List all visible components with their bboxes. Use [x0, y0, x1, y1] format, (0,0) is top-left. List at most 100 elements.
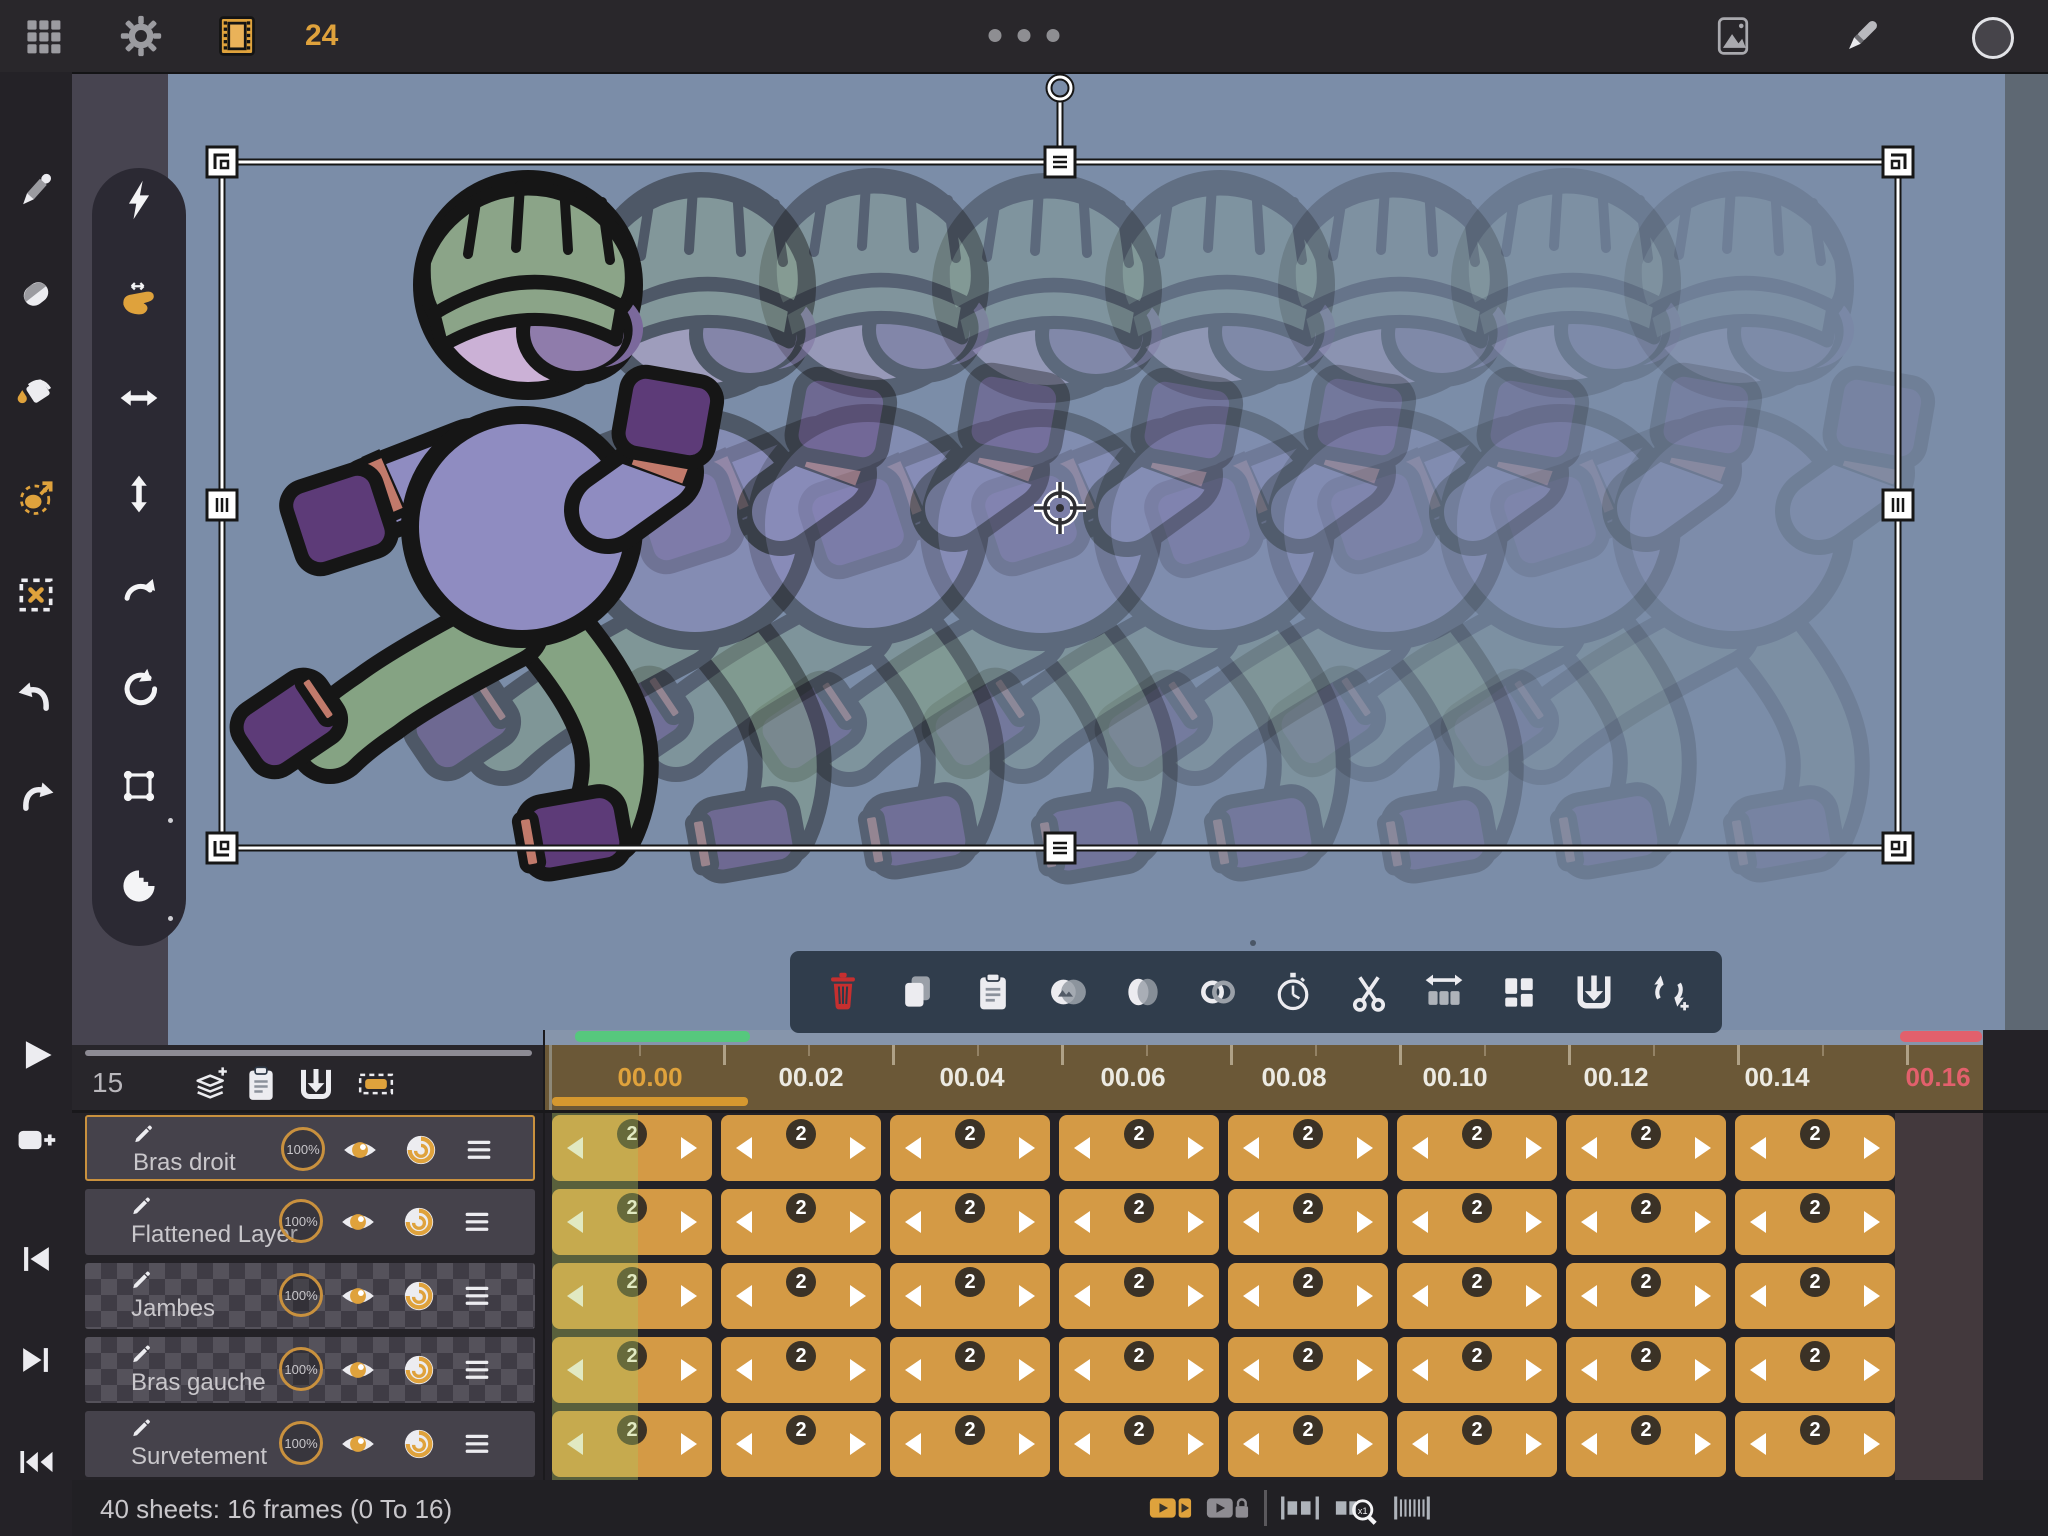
sidebar-undo[interactable] — [14, 677, 58, 721]
palette-transform-box[interactable] — [117, 764, 161, 808]
palette-rotate-ccw[interactable] — [117, 666, 161, 710]
extend-left-icon[interactable] — [736, 1433, 752, 1455]
frame-cell[interactable]: 2 — [1228, 1189, 1388, 1255]
frame-cell[interactable]: 2 — [890, 1189, 1050, 1255]
extend-right-icon[interactable] — [1188, 1211, 1204, 1233]
frame-cell[interactable]: 2 — [721, 1411, 881, 1477]
frame-cell[interactable]: 2 — [1566, 1115, 1726, 1181]
extend-left-icon[interactable] — [736, 1359, 752, 1381]
frame-cell[interactable]: 2 — [890, 1337, 1050, 1403]
sidebar-select-tool[interactable] — [14, 573, 58, 617]
layer-opacity-badge[interactable]: 100% — [281, 1127, 325, 1171]
layer-opacity-badge[interactable]: 100% — [279, 1273, 323, 1317]
ruler-label[interactable]: 00.16 — [1905, 1062, 1970, 1093]
selection-stretch-frames-button[interactable] — [1422, 970, 1466, 1014]
frame-cell[interactable]: 2 — [1228, 1115, 1388, 1181]
loop-end-marker[interactable] — [1900, 1031, 1982, 1042]
extend-right-icon[interactable] — [681, 1211, 697, 1233]
selection-import-down-button[interactable] — [1572, 970, 1616, 1014]
extend-left-icon[interactable] — [1412, 1359, 1428, 1381]
extend-right-icon[interactable] — [850, 1433, 866, 1455]
layer-onion-skin-icon[interactable] — [399, 1424, 439, 1464]
edge-handle-right[interactable] — [1883, 490, 1913, 520]
layer-visibility-eye-icon[interactable] — [338, 1424, 378, 1464]
extend-left-icon[interactable] — [905, 1359, 921, 1381]
sidebar-pencil-tool[interactable] — [14, 168, 58, 212]
corner-handle-tr[interactable] — [1883, 147, 1913, 177]
settings-gear-icon[interactable] — [119, 14, 163, 58]
frame-cell[interactable]: 2 — [1566, 1411, 1726, 1477]
extend-right-icon[interactable] — [850, 1285, 866, 1307]
extend-left-icon[interactable] — [567, 1359, 583, 1381]
film-strip-icon[interactable] — [215, 14, 259, 58]
frame-cell[interactable]: 2 — [1566, 1263, 1726, 1329]
selection-duplicate-button[interactable] — [896, 970, 940, 1014]
extend-left-icon[interactable] — [1581, 1285, 1597, 1307]
apps-grid-icon[interactable] — [21, 14, 65, 58]
palette-move-vertical[interactable] — [117, 472, 161, 516]
extend-right-icon[interactable] — [1019, 1359, 1035, 1381]
edge-handle-left[interactable] — [207, 490, 237, 520]
palette-mask-pie[interactable] — [117, 864, 161, 908]
frame-cell[interactable]: 2 — [552, 1263, 712, 1329]
extend-right-icon[interactable] — [1526, 1211, 1542, 1233]
frame-cell[interactable]: 2 — [1735, 1189, 1895, 1255]
extend-right-icon[interactable] — [1357, 1285, 1373, 1307]
extend-left-icon[interactable] — [1412, 1211, 1428, 1233]
layer-menu-icon[interactable] — [460, 1350, 494, 1390]
extend-right-icon[interactable] — [1019, 1285, 1035, 1307]
layer-menu-icon[interactable] — [460, 1276, 494, 1316]
extend-right-icon[interactable] — [681, 1359, 697, 1381]
extend-right-icon[interactable] — [1357, 1211, 1373, 1233]
extend-left-icon[interactable] — [567, 1285, 583, 1307]
extend-left-icon[interactable] — [1750, 1359, 1766, 1381]
palette-quick-action-lightning[interactable] — [117, 178, 161, 222]
ruler-label[interactable]: 00.14 — [1744, 1062, 1809, 1093]
extend-left-icon[interactable] — [1074, 1359, 1090, 1381]
layer-onion-skin-icon[interactable] — [401, 1130, 441, 1170]
status-frame-ticks-button[interactable] — [1389, 1485, 1435, 1531]
extend-left-icon[interactable] — [1412, 1285, 1428, 1307]
layer-visibility-eye-icon[interactable] — [338, 1350, 378, 1390]
layer-menu-icon[interactable] — [460, 1202, 494, 1242]
frame-cell[interactable]: 2 — [721, 1263, 881, 1329]
extend-left-icon[interactable] — [905, 1211, 921, 1233]
selection-sync-plus-button[interactable] — [1647, 970, 1691, 1014]
extend-right-icon[interactable] — [850, 1137, 866, 1159]
extend-right-icon[interactable] — [1357, 1433, 1373, 1455]
extend-left-icon[interactable] — [567, 1211, 583, 1233]
extend-left-icon[interactable] — [1074, 1137, 1090, 1159]
layer-menu-icon[interactable] — [462, 1130, 496, 1170]
layer-onion-skin-icon[interactable] — [399, 1350, 439, 1390]
layer-visibility-eye-icon[interactable] — [338, 1276, 378, 1316]
corner-handle-br[interactable] — [1883, 833, 1913, 863]
frame-rate-value[interactable]: 24 — [305, 19, 338, 53]
extend-left-icon[interactable] — [1750, 1285, 1766, 1307]
extend-right-icon[interactable] — [1864, 1137, 1880, 1159]
selection-trash-button[interactable] — [821, 970, 865, 1014]
selection-blend-image-button[interactable] — [1046, 970, 1090, 1014]
profile-circle[interactable] — [1972, 17, 2014, 59]
extend-right-icon[interactable] — [1695, 1285, 1711, 1307]
timeline-ruler[interactable]: 00.0000.0200.0400.0600.0800.1000.1200.14… — [543, 1045, 1983, 1110]
extend-right-icon[interactable] — [1864, 1433, 1880, 1455]
status-group-frames-button[interactable] — [1277, 1485, 1323, 1531]
frame-cell[interactable]: 2 — [1566, 1337, 1726, 1403]
sidebar-next-frame[interactable] — [14, 1338, 58, 1382]
frame-cell[interactable]: 2 — [1566, 1189, 1726, 1255]
palette-drag-hand[interactable] — [117, 278, 161, 322]
extend-left-icon[interactable] — [1581, 1137, 1597, 1159]
layer-row[interactable]: Flattened Layer100% — [85, 1189, 535, 1255]
extend-right-icon[interactable] — [1695, 1433, 1711, 1455]
frame-cell[interactable]: 2 — [1397, 1189, 1557, 1255]
selection-stopwatch-button[interactable] — [1271, 970, 1315, 1014]
selection-blend-circles-button[interactable] — [1121, 970, 1165, 1014]
extend-right-icon[interactable] — [1864, 1285, 1880, 1307]
sidebar-play[interactable] — [14, 1033, 58, 1077]
extend-right-icon[interactable] — [1019, 1433, 1035, 1455]
extend-right-icon[interactable] — [1695, 1359, 1711, 1381]
sidebar-transform-tool[interactable] — [14, 475, 58, 519]
frame-cell[interactable]: 2 — [721, 1189, 881, 1255]
frame-cell[interactable]: 2 — [890, 1263, 1050, 1329]
layer-visibility-eye-icon[interactable] — [340, 1130, 380, 1170]
